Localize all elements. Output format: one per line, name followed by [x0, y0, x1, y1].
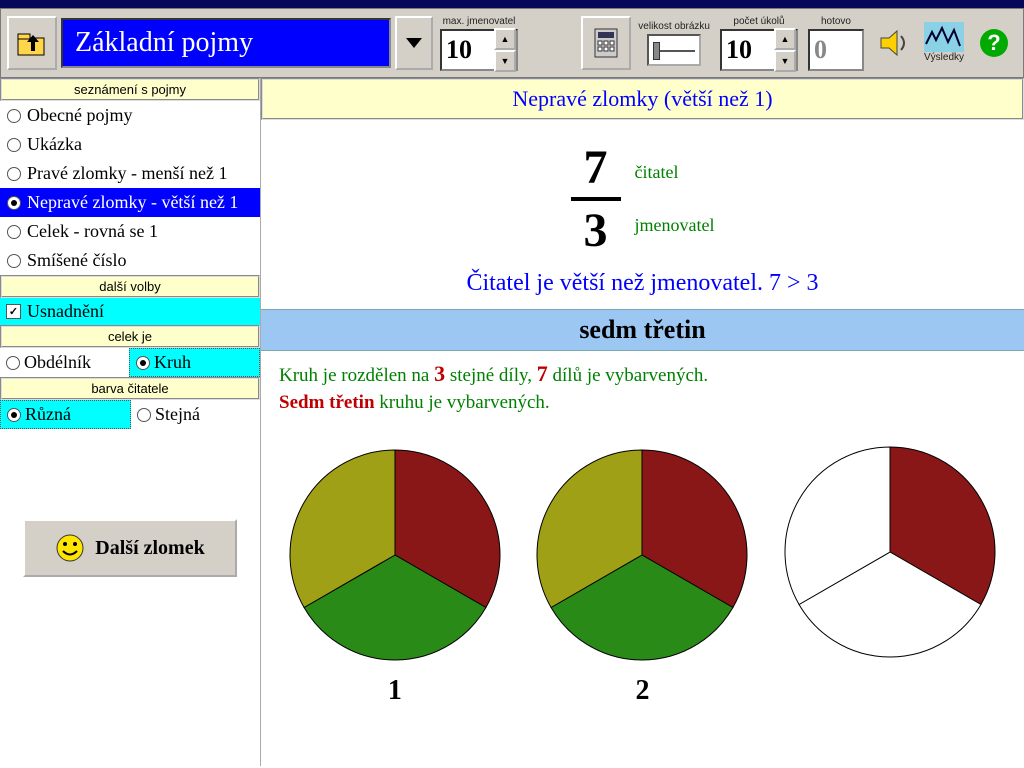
- description-text: Kruh je rozdělen na 3 stejné díly, 7 díl…: [261, 351, 1024, 424]
- sidebar-item-4[interactable]: Celek - rovná se 1: [0, 217, 260, 246]
- pie-chart: [285, 445, 505, 665]
- radio-icon: [7, 225, 21, 239]
- chevron-down-icon: [405, 37, 423, 49]
- next-fraction-label: Další zlomek: [95, 537, 204, 560]
- pie-chart: [780, 442, 1000, 662]
- check-icon: ✓: [6, 304, 21, 319]
- shape-rect-radio[interactable]: Obdélník: [0, 348, 129, 377]
- sidebar: seznámení s pojmy Obecné pojmy Ukázka Prav…: [0, 78, 261, 766]
- sidebar-item-label: Obecné pojmy: [27, 105, 132, 126]
- speaker-icon: [877, 26, 911, 60]
- comparison-statement: Čitatel je větší než jmenovatel. 7 > 3: [261, 264, 1024, 309]
- sidebar-item-label: Celek - rovná se 1: [27, 221, 158, 242]
- topic-combo[interactable]: Základní pojmy: [61, 18, 391, 68]
- image-size-group: velikost obrázku: [638, 21, 710, 66]
- up-folder-button[interactable]: [7, 16, 57, 70]
- max-denom-label: max. jmenovatel: [443, 16, 516, 27]
- radio-icon: [7, 196, 21, 210]
- shape-circle-radio[interactable]: Kruh: [129, 348, 260, 377]
- sidebar-group2-title: další volby: [0, 275, 260, 298]
- help-icon: ?: [977, 26, 1011, 60]
- sidebar-item-label: Smíšené číslo: [27, 250, 127, 271]
- calculator-icon: [589, 26, 623, 60]
- circle-1: 1: [285, 445, 505, 707]
- max-denom-input[interactable]: [442, 35, 494, 65]
- max-denom-down[interactable]: ▼: [494, 50, 516, 72]
- radio-icon: [7, 254, 21, 268]
- done-value: [810, 35, 862, 65]
- circle-number: 2: [635, 675, 649, 707]
- circle-number: 1: [388, 675, 402, 707]
- toolbar: Základní pojmy max. jmenovatel ▲ ▼ velik…: [0, 8, 1024, 78]
- svg-text:?: ?: [987, 30, 1000, 55]
- help-button[interactable]: ?: [971, 18, 1017, 68]
- task-count-group: počet úkolů ▲ ▼: [720, 16, 798, 71]
- sound-button[interactable]: [871, 18, 917, 68]
- sidebar-item-label: Pravé zlomky - menší než 1: [27, 163, 227, 184]
- ease-label: Usnadnění: [27, 301, 104, 322]
- folder-up-icon: [15, 26, 49, 60]
- sidebar-item-0[interactable]: Obecné pojmy: [0, 101, 260, 130]
- calculator-button[interactable]: [581, 16, 631, 70]
- sidebar-item-label: Nepravé zlomky - větší než 1: [27, 192, 238, 213]
- task-count-up[interactable]: ▲: [774, 28, 796, 50]
- results-button[interactable]: Výsledky: [924, 22, 964, 65]
- numerator-value: 7: [584, 140, 608, 195]
- max-denom-group: max. jmenovatel ▲ ▼: [440, 16, 518, 71]
- ease-checkbox-row[interactable]: ✓ Usnadnění: [0, 298, 260, 325]
- fraction-words: sedm třetin: [261, 309, 1024, 351]
- color-diff-radio[interactable]: Různá: [0, 400, 131, 429]
- sidebar-item-5[interactable]: Smíšené číslo: [0, 246, 260, 275]
- pie-chart: [532, 445, 752, 665]
- sidebar-group1-title: seznámení s pojmy: [0, 78, 260, 101]
- max-denom-up[interactable]: ▲: [494, 28, 516, 50]
- topic-combo-arrow[interactable]: [395, 16, 433, 70]
- task-count-label: počet úkolů: [733, 16, 784, 27]
- sidebar-item-label: Ukázka: [27, 134, 82, 155]
- sidebar-item-1[interactable]: Ukázka: [0, 130, 260, 159]
- denominator-label: jmenovatel: [635, 215, 715, 236]
- results-label: Výsledky: [924, 52, 964, 63]
- sidebar-group3-title: celek je: [0, 325, 260, 348]
- main-title: Nepravé zlomky (větší než 1): [261, 78, 1024, 120]
- radio-icon: [7, 167, 21, 181]
- denominator-value: 3: [584, 203, 608, 258]
- smiley-icon: [55, 533, 85, 563]
- image-size-label: velikost obrázku: [638, 21, 710, 32]
- sidebar-item-2[interactable]: Pravé zlomky - menší než 1: [0, 159, 260, 188]
- main-panel: Nepravé zlomky (větší než 1) 7 3 čitatel…: [261, 78, 1024, 766]
- sidebar-group4-title: barva čitatele: [0, 377, 260, 400]
- circle-2: 2: [532, 445, 752, 707]
- next-fraction-button[interactable]: Další zlomek: [23, 519, 237, 577]
- numerator-label: čitatel: [635, 162, 715, 183]
- radio-icon: [7, 109, 21, 123]
- radio-icon: [7, 138, 21, 152]
- sidebar-item-3[interactable]: Nepravé zlomky - větší než 1: [0, 188, 260, 217]
- done-group: hotovo: [808, 16, 864, 71]
- fraction-display: 7 3: [571, 140, 621, 258]
- color-same-radio[interactable]: Stejná: [131, 400, 260, 429]
- chart-icon: [924, 22, 964, 52]
- done-label: hotovo: [821, 16, 851, 27]
- circle-3: [780, 442, 1000, 710]
- task-count-down[interactable]: ▼: [774, 50, 796, 72]
- task-count-input[interactable]: [722, 35, 774, 65]
- image-size-slider[interactable]: [647, 34, 701, 66]
